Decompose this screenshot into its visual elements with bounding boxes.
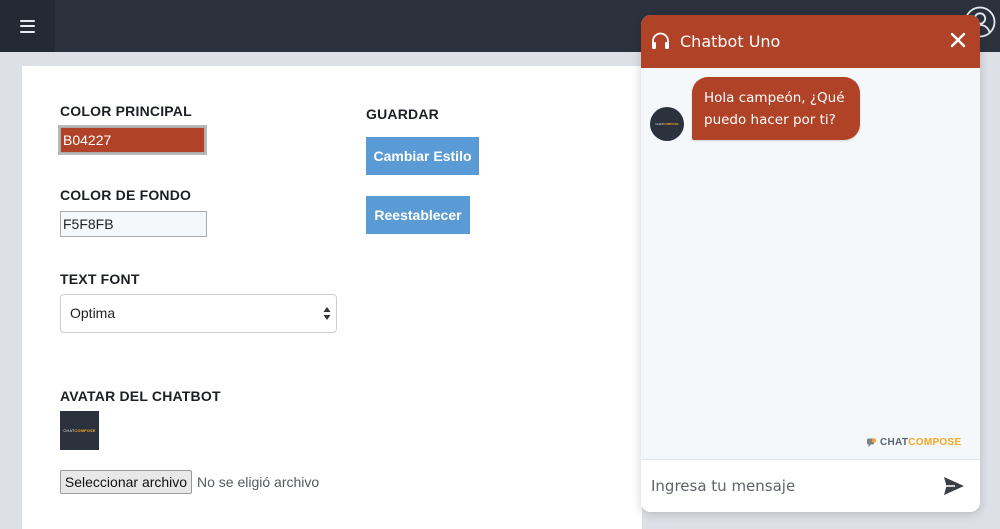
avatar-preview: CHATCOMPOSE <box>60 411 99 450</box>
chat-header: Chatbot Uno <box>641 15 980 68</box>
bot-avatar: CHATCOMPOSE <box>650 107 684 141</box>
file-status-text: No se eligió archivo <box>197 474 320 490</box>
chat-title: Chatbot Uno <box>680 32 781 51</box>
change-style-button[interactable]: Cambiar Estilo <box>366 137 479 175</box>
bot-message-line-2: puedo hacer por ti? <box>704 112 836 128</box>
background-color-label: COLOR DE FONDO <box>60 187 192 203</box>
text-font-label: TEXT FONT <box>60 271 140 287</box>
chatbot-widget: Chatbot Uno CHATCOMPOSE Hola campeón, ¿Q… <box>641 15 980 512</box>
hamburger-menu-icon <box>20 19 35 33</box>
primary-color-input[interactable]: B04227 <box>58 125 207 155</box>
reset-button[interactable]: Reestablecer <box>366 196 470 234</box>
bot-message-line-1: Hola campeón, ¿Qué <box>704 90 845 106</box>
menu-button[interactable] <box>0 0 55 52</box>
save-label: GUARDAR <box>366 106 439 122</box>
avatar-label: AVATAR DEL CHATBOT <box>60 388 221 404</box>
close-icon[interactable] <box>947 29 969 51</box>
send-icon[interactable] <box>943 476 965 496</box>
choose-file-button[interactable]: Seleccionar archivo <box>60 470 192 494</box>
message-input[interactable] <box>651 473 931 499</box>
primary-color-label: COLOR PRINCIPAL <box>60 103 192 119</box>
text-font-selected: Optima <box>70 305 116 321</box>
chatcompose-logo-icon <box>867 438 877 447</box>
style-settings-panel: COLOR PRINCIPAL B04227 COLOR DE FONDO F5… <box>22 66 642 529</box>
background-color-input[interactable]: F5F8FB <box>60 211 207 237</box>
headset-icon <box>652 32 669 49</box>
select-arrows-icon <box>323 307 331 320</box>
bot-avatar-logo: CHATCOMPOSE <box>655 122 679 126</box>
text-font-select[interactable]: Optima <box>60 294 337 333</box>
chatcompose-branding[interactable]: CHAT COMPOSE <box>866 437 961 448</box>
avatar-logo: CHATCOMPOSE <box>63 428 96 433</box>
bot-message-bubble: Hola campeón, ¿Qué puedo hacer por ti? <box>692 77 860 140</box>
message-composer <box>641 459 980 512</box>
brand-part-2: COMPOSE <box>908 437 962 448</box>
brand-part-1: CHAT <box>880 437 909 448</box>
